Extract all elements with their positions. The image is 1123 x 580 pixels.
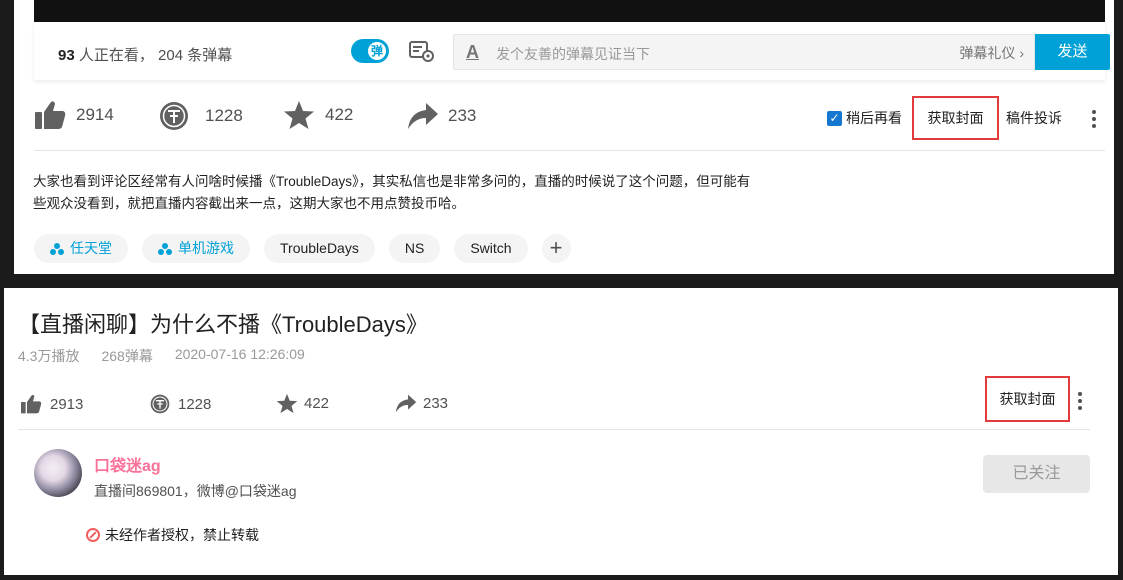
tag-troubledays[interactable]: TroubleDays bbox=[264, 234, 375, 263]
top-panel: 93 人正在看， 204 条弹幕 弹 A 发个友善的弹幕见证当下 弹幕礼仪 › … bbox=[14, 0, 1114, 274]
danmaku-toggle[interactable]: 弹 bbox=[351, 39, 389, 63]
etiquette-label: 弹幕礼仪 bbox=[959, 45, 1016, 61]
tag-ns[interactable]: NS bbox=[388, 234, 441, 263]
tag-channel-nintendo[interactable]: 任天堂 bbox=[34, 234, 128, 263]
favorite-count: 422 bbox=[325, 105, 354, 124]
viewer-count: 93 人正在看， 204 条弹幕 bbox=[58, 44, 232, 65]
report-button[interactable]: 稿件投诉 bbox=[1006, 108, 1062, 128]
share-icon bbox=[408, 103, 438, 129]
follow-button[interactable]: 已关注 bbox=[983, 455, 1090, 493]
forbidden-icon bbox=[86, 528, 100, 542]
favorite-count: 422 bbox=[304, 395, 330, 412]
favorite-button[interactable]: 422 bbox=[276, 393, 329, 414]
coin-icon bbox=[150, 394, 170, 414]
coin-count: 1228 bbox=[178, 395, 212, 413]
video-title: 【直播闲聊】为什么不播《TroubleDays》 bbox=[18, 312, 428, 337]
tag-switch[interactable]: Switch bbox=[454, 234, 528, 263]
danmaku-settings-icon[interactable] bbox=[409, 39, 435, 63]
coin-count: 1228 bbox=[205, 106, 243, 125]
thumbs-up-icon bbox=[21, 394, 42, 414]
more-options-icon[interactable] bbox=[1078, 392, 1082, 413]
channel-icon bbox=[158, 242, 172, 255]
checkbox-checked-icon: ✓ bbox=[827, 110, 842, 126]
tag-label: 单机游戏 bbox=[178, 240, 234, 256]
divider bbox=[34, 150, 1105, 151]
danmaku-bar: 93 人正在看， 204 条弹幕 弹 A 发个友善的弹幕见证当下 弹幕礼仪 › … bbox=[34, 22, 1110, 80]
star-icon bbox=[284, 101, 314, 129]
danmaku-input[interactable]: A 发个友善的弹幕见证当下 弹幕礼仪 › bbox=[453, 34, 1035, 70]
like-count: 2914 bbox=[76, 105, 114, 124]
get-cover-button[interactable]: 获取封面 bbox=[912, 96, 999, 140]
uploader-name[interactable]: 口袋迷ag bbox=[94, 452, 161, 476]
copyright-notice: 未经作者授权，禁止转载 bbox=[86, 525, 259, 545]
danmaku-text: 条弹幕 bbox=[187, 47, 233, 64]
publish-date: 2020-07-16 12:26:09 bbox=[174, 346, 305, 362]
chevron-right-icon: › bbox=[1019, 45, 1024, 61]
get-cover-button[interactable]: 获取封面 bbox=[985, 376, 1070, 422]
tag-label: 任天堂 bbox=[70, 240, 112, 256]
like-button[interactable]: 2913 bbox=[20, 394, 83, 414]
share-button[interactable]: 233 bbox=[395, 394, 448, 413]
send-button[interactable]: 发送 bbox=[1035, 34, 1110, 70]
watch-later-label: 稍后再看 bbox=[846, 110, 902, 126]
video-description: 大家也看到评论区经常有人问啥时候播《TroubleDays》，其实私信也是非常多… bbox=[33, 174, 751, 211]
coin-icon bbox=[160, 102, 188, 130]
copyright-notice-text: 未经作者授权，禁止转载 bbox=[105, 527, 259, 543]
danmaku-count: 268弹幕 bbox=[101, 348, 153, 364]
play-count: 4.3万播放 bbox=[18, 348, 80, 364]
like-count: 2913 bbox=[50, 395, 84, 413]
danmaku-etiquette-link[interactable]: 弹幕礼仪 › bbox=[959, 43, 1024, 63]
add-tag-icon[interactable]: + bbox=[541, 234, 571, 263]
video-player-bottom[interactable] bbox=[34, 0, 1105, 22]
thumbs-up-icon bbox=[35, 101, 66, 129]
avatar[interactable] bbox=[34, 449, 82, 497]
bottom-panel: 【直播闲聊】为什么不播《TroubleDays》 4.3万播放 268弹幕 20… bbox=[4, 288, 1118, 575]
favorite-button[interactable]: 422 bbox=[283, 100, 353, 130]
danmaku-toggle-label: 弹 bbox=[368, 42, 386, 60]
more-options-icon[interactable] bbox=[1092, 110, 1096, 131]
coin-button[interactable]: 1228 bbox=[159, 101, 243, 131]
share-count: 233 bbox=[423, 395, 449, 412]
channel-icon bbox=[50, 242, 64, 255]
coin-button[interactable]: 1228 bbox=[150, 394, 211, 414]
font-style-icon[interactable]: A bbox=[466, 42, 479, 63]
tag-channel-single-player[interactable]: 单机游戏 bbox=[142, 234, 250, 263]
like-button[interactable]: 2914 bbox=[34, 100, 114, 130]
divider bbox=[18, 429, 1090, 430]
danmaku-placeholder: 发个友善的弹幕见证当下 bbox=[496, 46, 650, 62]
watch-later-checkbox[interactable]: ✓ 稍后再看 bbox=[827, 108, 902, 128]
danmaku-number: 204 bbox=[158, 47, 184, 64]
uploader-signature: 直播间869801，微博@口袋迷ag bbox=[94, 483, 297, 499]
share-button[interactable]: 233 bbox=[407, 102, 476, 130]
share-count: 233 bbox=[448, 106, 477, 125]
viewer-text: 人正在看， bbox=[78, 47, 154, 64]
video-meta: 4.3万播放 268弹幕 2020-07-16 12:26:09 bbox=[18, 346, 305, 366]
tag-list: 任天堂 单机游戏 TroubleDays NS Switch + bbox=[34, 234, 571, 263]
share-icon bbox=[395, 394, 417, 413]
star-icon bbox=[276, 393, 298, 414]
viewer-number: 93 bbox=[58, 47, 75, 64]
